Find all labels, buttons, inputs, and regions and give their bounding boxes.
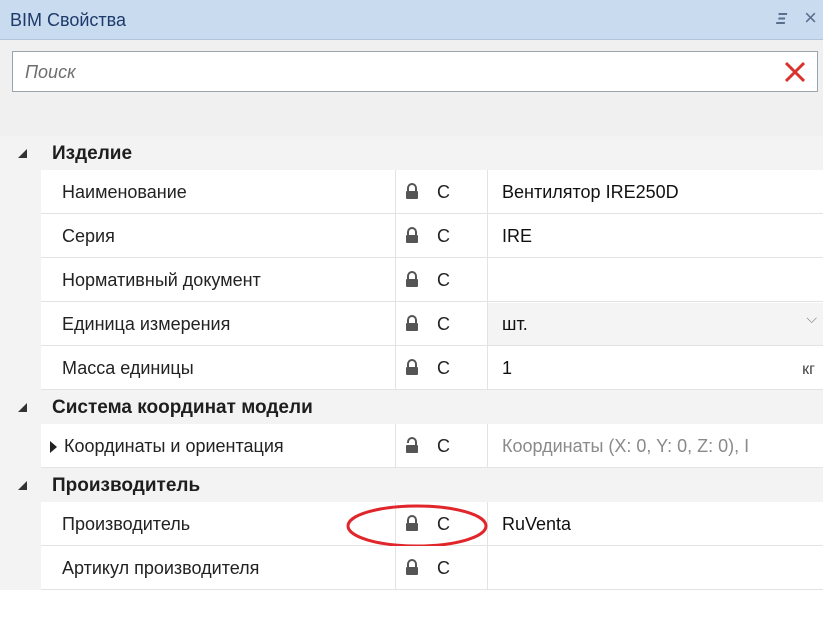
lock-closed-icon[interactable] — [405, 359, 419, 376]
lock-closed-icon[interactable] — [405, 183, 419, 200]
property-flag: C — [437, 226, 450, 246]
property-flag: C — [437, 558, 450, 578]
unit-select-value[interactable]: шт. — [502, 314, 528, 335]
lock-closed-icon[interactable] — [405, 559, 419, 576]
lock-closed-icon[interactable] — [405, 271, 419, 288]
chevron-down-icon[interactable]: ⌵ — [806, 310, 817, 327]
close-icon[interactable]: × — [804, 7, 817, 29]
property-name: Производитель — [62, 514, 191, 534]
property-value[interactable]: 1 — [502, 358, 512, 379]
property-name: Координаты и ориентация — [64, 436, 284, 456]
category-label: Система координат модели — [52, 397, 313, 418]
category-label: Производитель — [52, 475, 201, 496]
highlight-circle — [346, 504, 488, 548]
property-name: Нормативный документ — [62, 270, 261, 290]
lock-closed-icon[interactable] — [405, 315, 419, 332]
panel-title: BIM Свойства — [10, 10, 127, 30]
property-name: Артикул производителя — [62, 558, 260, 578]
property-value[interactable]: RuVenta — [502, 514, 571, 535]
property-row[interactable]: Наименование C Вентилятор IRE250D — [0, 170, 823, 214]
category-manufacturer[interactable]: Производитель — [0, 468, 823, 502]
property-flag: C — [437, 314, 450, 334]
property-flag: C — [437, 182, 450, 202]
lock-open-icon[interactable] — [405, 437, 419, 454]
property-row[interactable]: Единица измерения C шт. ⌵ — [0, 302, 823, 346]
property-row[interactable]: Масса единицы C 1 кг — [0, 346, 823, 390]
property-grid: Изделие Наименование C Вентилятор IRE250… — [0, 136, 823, 590]
property-name: Единица измерения — [62, 314, 231, 334]
lock-closed-icon[interactable] — [405, 227, 419, 244]
property-value[interactable]: Вентилятор IRE250D — [502, 182, 679, 203]
collapse-triangle-icon[interactable] — [18, 403, 27, 412]
panel-titlebar: BIM Свойства 𝜩 × — [0, 0, 823, 40]
category-coordinate-system[interactable]: Система координат модели — [0, 390, 823, 424]
property-name: Масса единицы — [62, 358, 194, 378]
property-row[interactable]: Серия C IRE — [0, 214, 823, 258]
category-label: Изделие — [52, 143, 133, 164]
search-input[interactable] — [23, 58, 767, 86]
property-flag: C — [437, 358, 450, 378]
property-value[interactable]: IRE — [502, 226, 532, 247]
collapse-triangle-icon[interactable] — [18, 149, 27, 158]
unit-label: кг — [802, 361, 815, 378]
collapse-triangle-icon[interactable] — [18, 481, 27, 490]
search-area — [0, 40, 823, 136]
property-row[interactable]: Артикул производителя C — [0, 546, 823, 590]
property-name: Наименование — [62, 182, 187, 202]
pin-icon[interactable]: 𝜩 — [776, 11, 787, 28]
property-flag: C — [437, 436, 450, 456]
property-value[interactable]: Координаты (X: 0, Y: 0, Z: 0), I — [502, 436, 749, 457]
property-row[interactable]: Нормативный документ C — [0, 258, 823, 302]
property-row[interactable]: Координаты и ориентация C Координаты (X:… — [0, 424, 823, 468]
property-name: Серия — [62, 226, 115, 246]
clear-x-icon[interactable] — [781, 56, 809, 86]
property-row[interactable]: Производитель C RuVenta — [0, 502, 823, 548]
property-flag: C — [437, 270, 450, 290]
category-izdelie[interactable]: Изделие — [0, 136, 823, 170]
search-box — [12, 51, 818, 92]
expand-arrow-icon[interactable] — [50, 441, 57, 453]
